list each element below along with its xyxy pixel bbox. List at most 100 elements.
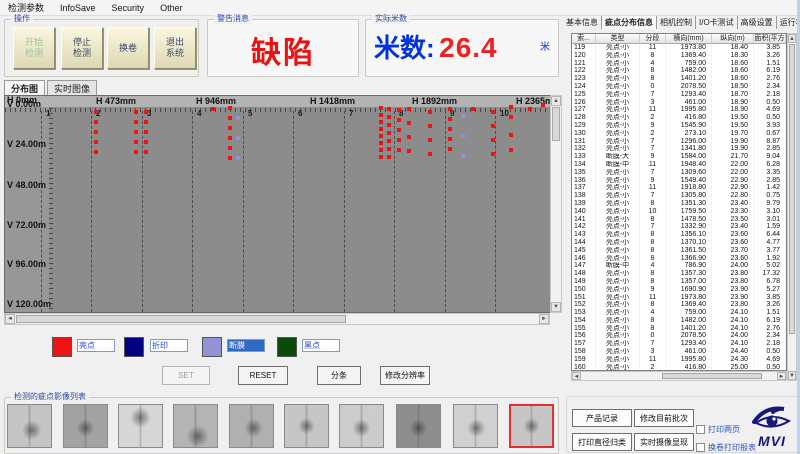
modify-current-batch-button[interactable]: 修改目前批次 (634, 409, 694, 427)
defect-thumbnail-4[interactable] (173, 404, 218, 448)
modify-resolution-button[interactable]: 修改分辨率 (380, 366, 430, 385)
table-row[interactable]: 158 亮点-小 3 461.00 24.40 0.50 (572, 348, 786, 356)
table-horizontal-scrollbar[interactable]: ◄ ► (571, 371, 787, 381)
scroll-thumb[interactable] (662, 373, 762, 379)
table-row[interactable]: 143 亮点-小 8 1356.10 23.60 6.44 (572, 231, 786, 239)
start-detect-button[interactable]: 开始 检测 (13, 27, 55, 69)
scroll-left-icon[interactable]: ◄ (5, 314, 15, 324)
table-row[interactable]: 124 亮点-小 0 2078.50 18.50 2.34 (572, 82, 786, 91)
checkbox-icon[interactable] (696, 443, 705, 452)
table-row[interactable]: 136 亮点-小 9 1549.40 22.90 2.85 (572, 176, 786, 185)
table-row[interactable]: 152 亮点-小 8 1369.40 23.80 3.26 (572, 301, 786, 310)
scroll-up-icon[interactable]: ▲ (788, 34, 796, 43)
scroll-right-icon[interactable]: ► (777, 372, 786, 380)
legend-field-film-break[interactable] (227, 339, 265, 352)
product-record-button[interactable]: 产品记录 (572, 409, 632, 427)
table-row[interactable]: 129 亮点-小 9 1545.90 19.50 3.93 (572, 121, 786, 130)
table-row[interactable]: 125 亮点-小 7 1293.40 18.70 2.18 (572, 90, 786, 99)
table-row[interactable]: 151 亮点-小 11 1973.80 23.90 3.85 (572, 293, 786, 302)
scroll-right-icon[interactable]: ► (539, 314, 549, 324)
chart-horizontal-scrollbar[interactable]: ◄ ► (4, 313, 550, 325)
table-row[interactable]: 156 亮点-小 0 2078.50 24.00 2.34 (572, 332, 786, 341)
table-row[interactable]: 137 亮点-小 11 1918.80 22.90 1.42 (572, 184, 786, 193)
defect-thumbnail-7[interactable] (339, 404, 384, 448)
change-roll-button[interactable]: 换卷 (107, 27, 149, 69)
table-row[interactable]: 121 亮点-小 4 759.00 18.60 1.51 (572, 59, 786, 68)
defect-thumbnail-3[interactable] (118, 404, 163, 448)
table-row[interactable]: 146 亮点-小 8 1366.90 23.60 1.92 (572, 254, 786, 263)
reset-button[interactable]: RESET (238, 366, 288, 385)
menu-item-2[interactable]: InfoSave (52, 3, 104, 13)
table-row[interactable]: 127 亮点-小 11 1995.80 18.90 4.69 (572, 106, 786, 115)
split-strips-button[interactable]: 分条 (317, 366, 361, 385)
defect-thumbnail-2[interactable] (63, 404, 108, 448)
table-row[interactable]: 160 亮点-小 2 416.80 25.00 0.50 (572, 363, 786, 370)
table-row[interactable]: 123 亮点-小 8 1401.20 18.60 2.76 (572, 75, 786, 83)
set-button[interactable]: SET (162, 366, 210, 385)
table-row[interactable]: 119 亮点-小 11 1973.80 18.40 3.85 (572, 44, 786, 52)
table-row[interactable]: 148 亮点-小 8 1357.30 23.80 17.32 (572, 270, 786, 278)
tab-camera-control[interactable]: 相机控制 (657, 16, 696, 29)
scroll-thumb[interactable] (789, 44, 795, 334)
legend-field-fold-mark[interactable] (150, 339, 188, 352)
table-row[interactable]: 139 亮点-小 8 1351.30 23.40 9.79 (572, 199, 786, 208)
scroll-up-icon[interactable]: ▲ (551, 96, 561, 106)
table-row[interactable]: 132 亮点-小 7 1341.80 19.90 2.85 (572, 145, 786, 154)
table-row[interactable]: 126 亮点-小 3 461.00 18.90 0.50 (572, 98, 786, 107)
checkbox-icon[interactable] (696, 425, 705, 434)
legend-field-black-spot[interactable] (302, 339, 340, 352)
table-row[interactable]: 135 亮点-小 7 1309.60 22.00 3.35 (572, 168, 786, 177)
legend-field-bright-spot[interactable] (77, 339, 115, 352)
defect-thumbnail-10[interactable] (509, 404, 554, 448)
defect-thumbnail-9[interactable] (453, 404, 498, 448)
table-row[interactable]: 142 亮点-小 7 1332.90 23.40 1.59 (572, 223, 786, 232)
chart-vertical-scrollbar[interactable]: ▲ ▼ (550, 95, 562, 313)
table-row[interactable]: 128 亮点-小 2 416.80 19.50 0.50 (572, 114, 786, 122)
tab-io-card-test[interactable]: I/O卡测试 (696, 16, 738, 29)
tab-defect-distribution-info[interactable]: 疵点分布信息 (602, 16, 657, 29)
scroll-thumb[interactable] (16, 315, 346, 323)
defect-thumbnail-1[interactable] (7, 404, 52, 448)
table-row[interactable]: 122 亮点-小 8 1482.00 18.60 6.19 (572, 67, 786, 76)
table-row[interactable]: 154 亮点-小 8 1482.00 24.10 6.19 (572, 316, 786, 325)
table-row[interactable]: 150 亮点-小 9 1690.90 23.90 5.27 (572, 285, 786, 294)
tab-live-image[interactable]: 实时图像 (47, 80, 98, 95)
table-row[interactable]: 138 亮点-小 7 1305.80 22.80 0.75 (572, 192, 786, 200)
table-row[interactable]: 157 亮点-小 7 1293.40 24.10 2.18 (572, 340, 786, 349)
table-row[interactable]: 141 亮点-小 8 1478.50 23.50 3.01 (572, 215, 786, 224)
table-row[interactable]: 153 亮点-小 4 759.00 24.10 1.51 (572, 309, 786, 317)
table-row[interactable]: 144 亮点-小 8 1370.10 23.60 4.77 (572, 238, 786, 247)
table-row[interactable]: 155 亮点-小 8 1401.20 24.10 2.76 (572, 324, 786, 333)
scroll-down-icon[interactable]: ▼ (788, 371, 796, 380)
distribution-chart[interactable]: H 0mm H 473mm H 946mm H 1418mm H 1892mm H 23… (4, 95, 551, 313)
table-row[interactable]: 120 亮点-小 8 1369.40 18.30 3.26 (572, 51, 786, 60)
table-row[interactable]: 130 亮点-小 2 273.10 19.70 0.67 (572, 129, 786, 138)
scroll-left-icon[interactable]: ◄ (572, 372, 581, 380)
print-two-pages-checkbox[interactable]: 打印两页 (696, 424, 740, 435)
exit-system-button[interactable]: 退出 系统 (154, 27, 196, 69)
tab-distribution-map[interactable]: 分布图 (4, 80, 46, 95)
stop-detect-button[interactable]: 停止 检测 (61, 27, 103, 69)
table-row[interactable]: 131 亮点-小 7 1296.00 19.90 8.87 (572, 137, 786, 146)
table-row[interactable]: 133 断膜-大 9 1584.00 21.70 9.04 (572, 153, 786, 161)
menu-item-3[interactable]: Security (104, 3, 153, 13)
print-diameter-classify-button[interactable]: 打印直径归类 (572, 433, 632, 451)
table-row[interactable]: 140 亮点-小 10 1759.50 23.30 3.10 (572, 207, 786, 216)
table-row[interactable]: 159 亮点-小 11 1995.80 24.30 4.69 (572, 355, 786, 364)
scroll-thumb[interactable] (552, 107, 560, 141)
table-row[interactable]: 149 亮点-小 8 1357.00 23.80 6.78 (572, 277, 786, 286)
defect-thumbnail-8[interactable] (396, 404, 441, 448)
defect-thumbnail-5[interactable] (229, 404, 274, 448)
table-row[interactable]: 134 断膜-中 11 1948.40 22.00 6.28 (572, 160, 786, 169)
menu-item-4[interactable]: Other (152, 3, 191, 13)
live-image-display-button[interactable]: 实时摄像显现 (634, 433, 694, 451)
tab-advanced-settings[interactable]: 高级设置 (738, 16, 777, 29)
defect-thumbnail-6[interactable] (284, 404, 329, 448)
table-row[interactable]: 147 断膜-中 4 786.90 24.00 5.02 (572, 262, 786, 271)
roll-change-print-report-checkbox[interactable]: 换卷打印报表 (696, 442, 756, 453)
table-row[interactable]: 145 亮点-小 8 1361.50 23.70 3.77 (572, 246, 786, 255)
tab-basic-info[interactable]: 基本信息 (563, 16, 602, 29)
scroll-down-icon[interactable]: ▼ (551, 302, 561, 312)
table-vertical-scrollbar[interactable]: ▲ ▼ (787, 33, 797, 381)
menu-item-1[interactable]: 检测参数 (0, 1, 52, 14)
